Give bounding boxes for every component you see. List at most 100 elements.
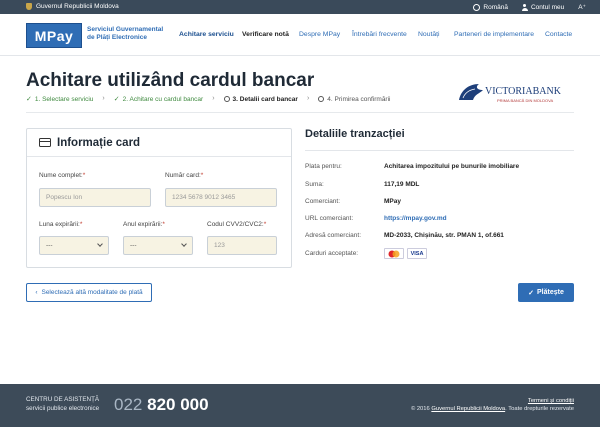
bank-name: VICTORIABANK <box>485 86 562 97</box>
required-mark: * <box>200 172 204 179</box>
language-selector[interactable]: Română <box>473 3 508 11</box>
site-header: MPay Serviciul Guvernamental de Plăți El… <box>0 14 600 56</box>
required-mark: * <box>82 172 86 179</box>
divider <box>305 150 574 151</box>
detail-label: Comerciant: <box>305 198 341 205</box>
user-icon <box>521 3 528 11</box>
required-mark: * <box>263 221 267 228</box>
check-icon: ✓ <box>113 96 120 103</box>
chevron-down-icon <box>97 241 103 247</box>
step-1: ✓ 1. Selectare serviciu <box>26 95 94 104</box>
chevron-right-icon: › <box>306 95 310 102</box>
chevron-right-icon: › <box>102 95 105 102</box>
phone-prefix: 022 <box>114 395 143 414</box>
chevron-left-icon: ‹ <box>35 289 38 296</box>
expiry-year-label-text: Anul expirării: <box>123 221 163 228</box>
support-center-line1: CENTRU DE ASISTENȚĂ <box>26 396 100 403</box>
cvv-field[interactable]: 123 <box>207 236 277 255</box>
pay-button-label: Plătește <box>537 289 564 296</box>
cvv-label-text: Codul CVV2/CVC2: <box>207 221 264 228</box>
card-info-title: Informație card <box>57 136 141 149</box>
credit-card-icon <box>39 138 51 147</box>
gov-link[interactable]: Guvernul Republicii Moldova <box>26 3 119 10</box>
support-center-line2: servicii publice electronice <box>26 404 100 412</box>
detail-payment-for: Achitarea impozitului pe bunurile imobil… <box>384 163 520 170</box>
back-to-payment-methods-button[interactable]: ‹ Selectează altă modalitate de plată <box>26 283 152 302</box>
chevron-down-icon <box>181 241 187 247</box>
card-number-label-text: Număr card: <box>165 172 201 179</box>
terms-link[interactable]: Termeni și condiții <box>528 398 574 404</box>
gov-name: Guvernul Republicii Moldova <box>36 3 119 10</box>
step-label: 1. Selectare serviciu <box>34 95 94 103</box>
expiry-year-label: Anul expirării:* <box>123 221 165 228</box>
footer-legal: Termeni și condiții © 2016 Guvernul Repu… <box>411 397 574 413</box>
copyright-suffix: . Toate drepturile rezervate <box>505 406 574 412</box>
detail-amount: 117,19 MDL <box>384 181 420 188</box>
required-mark: * <box>162 221 165 228</box>
name-label-text: Nume complet: <box>39 172 83 179</box>
step-label: 3. Detalii card bancar <box>232 95 298 103</box>
gov-bar: Guvernul Republicii Moldova Română Contu… <box>0 0 600 14</box>
globe-icon <box>473 3 481 11</box>
divider <box>26 112 574 113</box>
transaction-details-title: Detaliile tranzacției <box>305 128 405 140</box>
chevron-right-icon: › <box>212 95 215 102</box>
card-info-panel: Informație card Nume complet:* Popescu I… <box>26 128 292 268</box>
merchant-url-link[interactable]: https://mpay.gov.md <box>384 215 447 222</box>
card-number-label: Număr card:* <box>165 172 203 179</box>
font-size-label: A⁺ <box>578 4 586 11</box>
copyright-prefix: © 2016 <box>410 406 430 412</box>
detail-merchant-address: MD-2033, Chișinău, str. PMAN 1, of.661 <box>384 232 504 239</box>
progress-steps: ✓ 1. Selectare serviciu › ✓ 2. Achitare … <box>26 95 391 103</box>
expiry-month-label-text: Luna expirării: <box>39 221 80 228</box>
nav-parteneri[interactable]: Parteneri de implementare <box>454 31 534 38</box>
back-button-label: Selectează altă modalitate de plată <box>41 289 143 296</box>
nav-despre-mpay[interactable]: Despre MPay <box>299 31 340 38</box>
expiry-month-select[interactable]: --- <box>39 236 109 255</box>
page-title: Achitare utilizând cardul bancar <box>26 70 315 91</box>
step-label: 2. Achitare cu cardul bancar <box>122 95 204 103</box>
name-label: Nume complet:* <box>39 172 85 179</box>
expiry-month-label: Luna expirării:* <box>39 221 82 228</box>
step-3: 3. Detalii card bancar <box>223 95 298 103</box>
logo-caption: Serviciul Guvernamental de Plăți Electro… <box>87 26 164 41</box>
gov-footer-link[interactable]: Guvernul Republicii Moldova <box>431 406 505 412</box>
site-footer: CENTRU DE ASISTENȚĂ servicii publice ele… <box>0 384 600 427</box>
required-mark: * <box>79 221 83 228</box>
expiry-year-select[interactable]: --- <box>123 236 193 255</box>
expiry-month-value: --- <box>46 242 53 249</box>
support-center-caption: CENTRU DE ASISTENȚĂ servicii publice ele… <box>26 396 99 413</box>
nav-achitare-serviciu[interactable]: Achitare serviciu <box>179 31 234 38</box>
account-link[interactable]: Contul meu <box>521 3 565 11</box>
cvv-label: Codul CVV2/CVC2:* <box>207 221 266 228</box>
nav-contacte[interactable]: Contacte <box>545 31 572 38</box>
phone-number: 820 000 <box>147 395 209 414</box>
support-phone: 022 820 000 <box>114 395 209 415</box>
detail-label: Carduri acceptate: <box>305 250 359 257</box>
language-label: Română <box>483 3 508 11</box>
account-label: Contul meu <box>530 3 565 11</box>
nav-verificare-nota[interactable]: Verificare notă <box>242 31 289 38</box>
expiry-year-value: --- <box>130 242 137 249</box>
mpay-logo[interactable]: MPay <box>26 23 82 48</box>
victoriabank-logo: VICTORIABANK PRIMA BANCĂ DIN MOLDOVA <box>459 84 562 103</box>
font-size-toggle[interactable]: A⁺ <box>578 3 586 11</box>
nav-intrebari-frecvente[interactable]: Întrebări frecvente <box>352 31 407 38</box>
step-label: 4. Primirea confirmării <box>327 95 391 103</box>
card-number-field[interactable]: 1234 5678 9012 3465 <box>165 188 277 207</box>
detail-label: Plata pentru: <box>305 163 342 170</box>
circle-icon <box>223 96 230 102</box>
detail-merchant: MPay <box>384 198 401 205</box>
detail-label: URL comerciant: <box>305 215 354 222</box>
bank-tagline: PRIMA BANCĂ DIN MOLDOVA <box>497 98 553 103</box>
full-name-field[interactable]: Popescu Ion <box>39 188 151 207</box>
pay-button[interactable]: ✓ Plătește <box>518 283 574 302</box>
nav-noutati[interactable]: Noutăți <box>418 31 440 38</box>
check-icon: ✓ <box>26 96 32 103</box>
mastercard-icon <box>384 248 404 259</box>
card-info-header: Informație card <box>27 129 291 157</box>
check-icon: ✓ <box>528 289 534 297</box>
detail-label: Adresă comerciant: <box>305 232 361 239</box>
coat-of-arms-icon <box>26 3 32 10</box>
mastercard-circles <box>388 250 400 257</box>
